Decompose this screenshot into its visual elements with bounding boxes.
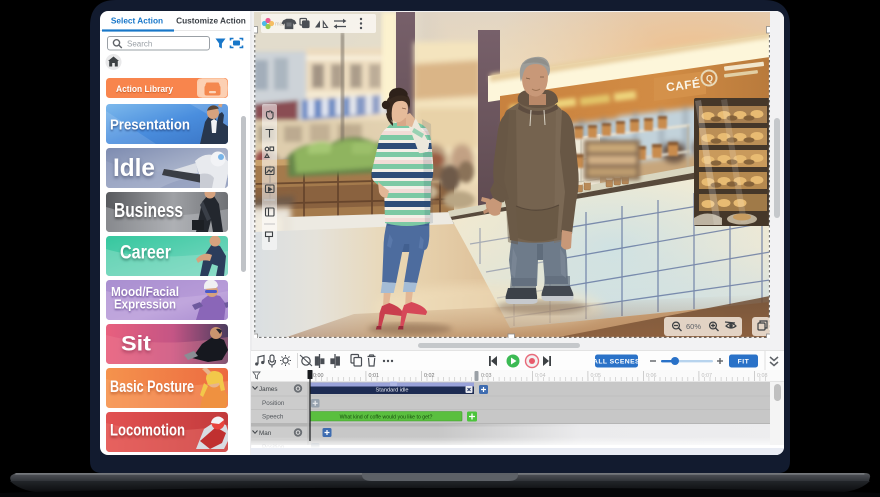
svg-text:0:05: 0:05: [591, 373, 602, 379]
svg-text:ALL SCENES: ALL SCENES: [593, 359, 640, 366]
svg-text:0:02: 0:02: [424, 373, 435, 379]
svg-text:Action Library: Action Library: [116, 84, 174, 95]
svg-text:0:08: 0:08: [757, 373, 768, 379]
svg-text:Search: Search: [127, 40, 152, 49]
svg-text:Customize Action: Customize Action: [176, 16, 246, 26]
svg-text:0:01: 0:01: [369, 373, 380, 379]
svg-text:Speech: Speech: [262, 414, 284, 421]
svg-text:Career: Career: [120, 243, 172, 264]
svg-text:60%: 60%: [686, 322, 701, 331]
svg-text:Standard idle: Standard idle: [376, 388, 409, 394]
svg-text:Presentation: Presentation: [110, 118, 190, 134]
svg-text:0:04: 0:04: [535, 373, 546, 379]
svg-text:Select Action: Select Action: [111, 16, 163, 26]
svg-text:Idle: Idle: [113, 154, 155, 182]
svg-text:Expression: Expression: [114, 297, 176, 312]
svg-text:Locomotion: Locomotion: [110, 421, 185, 440]
svg-text:0:06: 0:06: [646, 373, 657, 379]
svg-text:Q: Q: [706, 74, 713, 84]
svg-text:Basic Posture: Basic Posture: [110, 377, 194, 396]
svg-text:0:00: 0:00: [313, 373, 324, 379]
svg-text:James: James: [259, 386, 278, 393]
svg-text:What kind of coffe would you l: What kind of coffe would you like to get…: [340, 415, 433, 421]
svg-text:Position: Position: [262, 400, 285, 407]
svg-text:FIT: FIT: [738, 359, 750, 366]
svg-text:Business: Business: [114, 200, 183, 222]
svg-text:Sit: Sit: [121, 333, 151, 356]
svg-text:0:07: 0:07: [702, 373, 713, 379]
